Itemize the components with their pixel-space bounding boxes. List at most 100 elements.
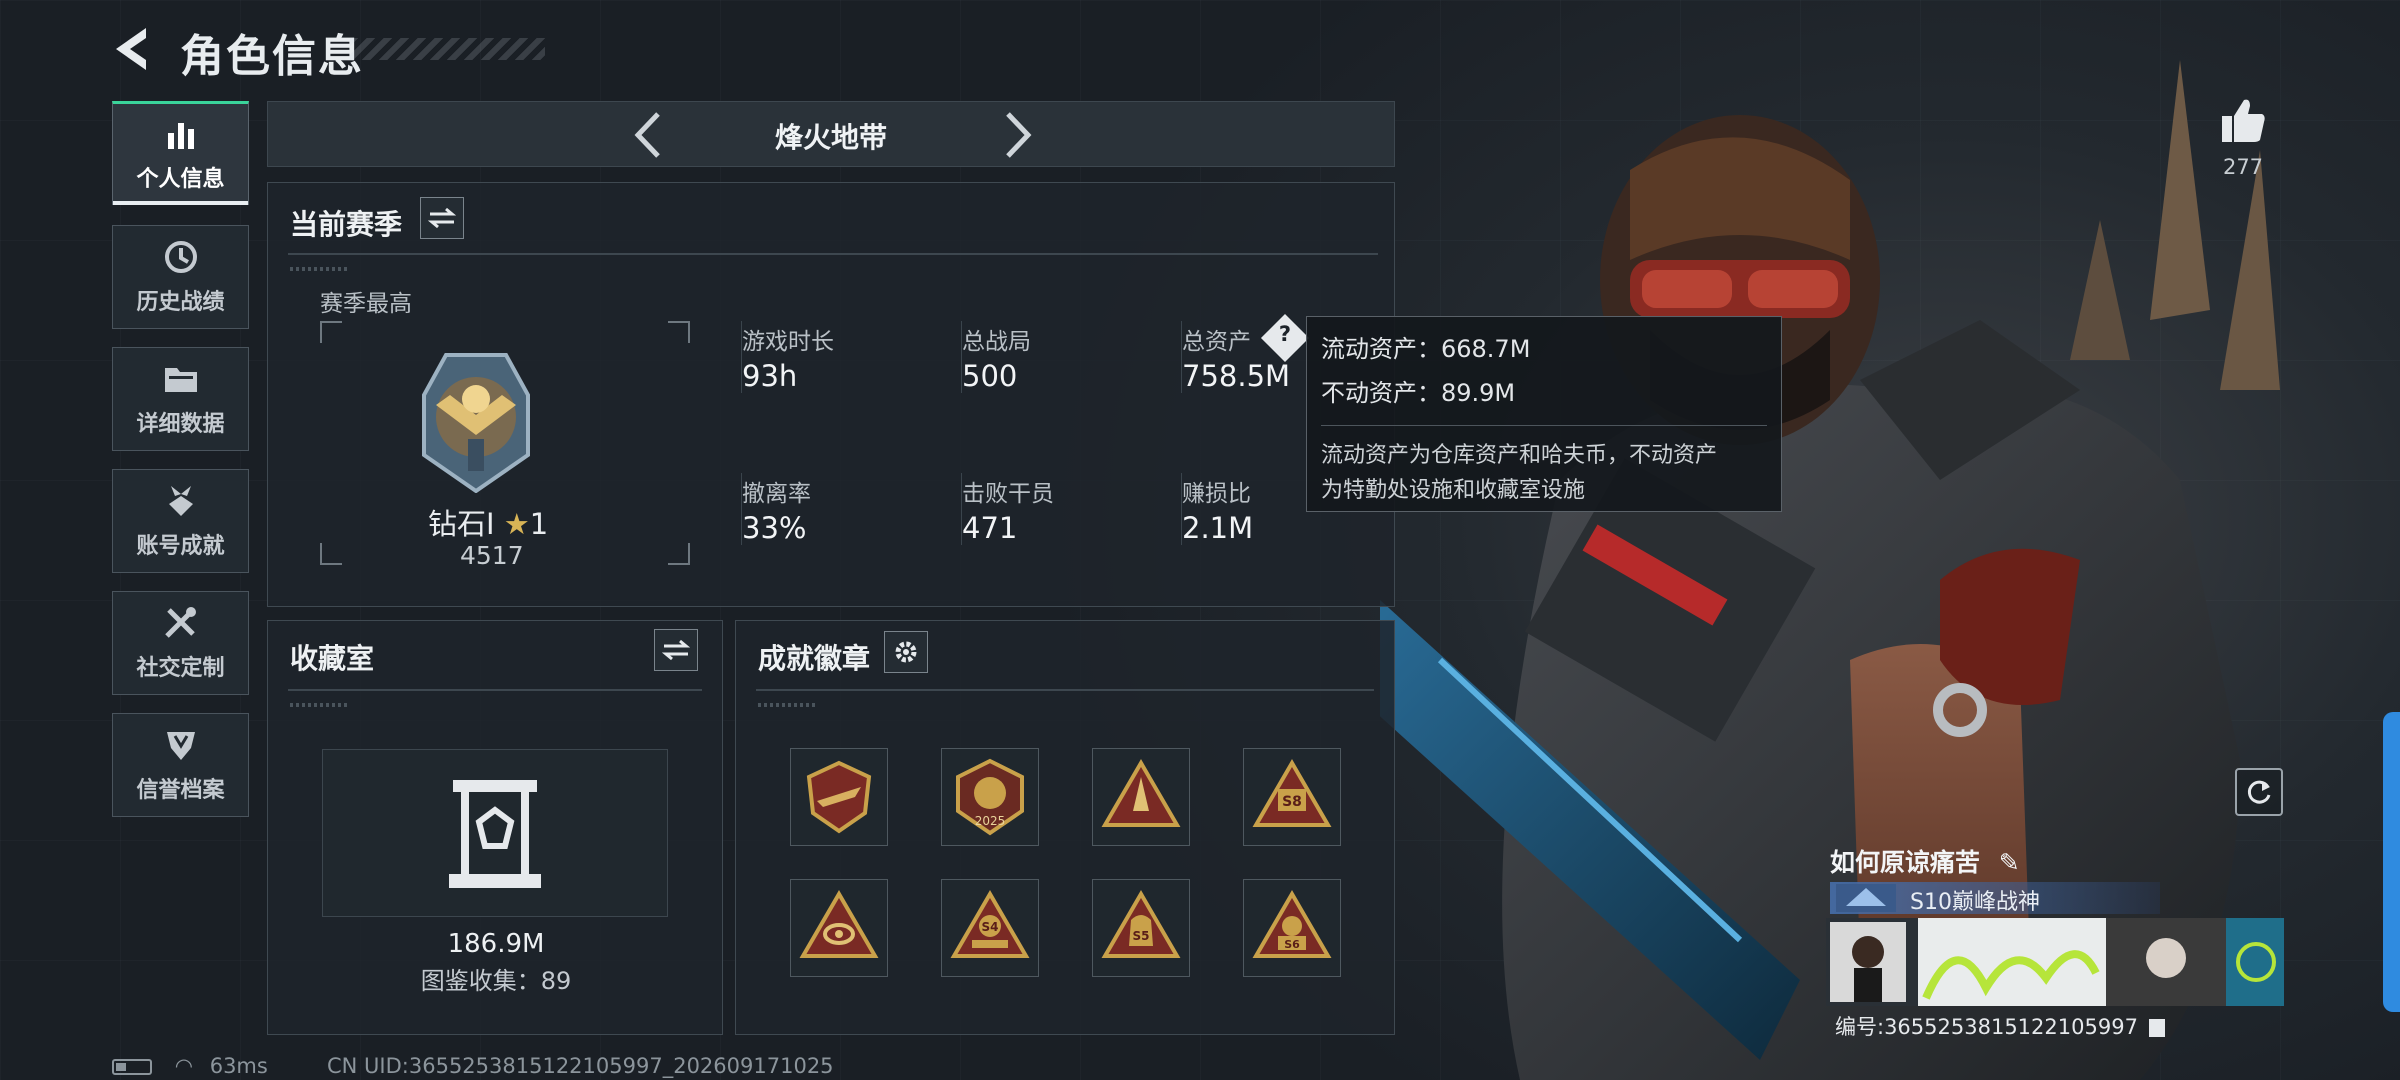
wifi-icon: ◠ (174, 1054, 194, 1078)
badge-slot[interactable]: S5 (1092, 879, 1190, 977)
badge-slot[interactable] (790, 879, 888, 977)
badge-slot[interactable]: S8 (1243, 748, 1341, 846)
badge-text: 2025 (975, 814, 1006, 828)
nav-personal-info[interactable]: 个人信息 (112, 101, 249, 205)
likes-count: 277 (2222, 155, 2264, 179)
nav-label: 详细数据 (136, 412, 225, 437)
side-drawer-tab[interactable] (2383, 712, 2400, 1012)
rank-star-count: 1 (529, 507, 549, 541)
medal-icon (168, 486, 193, 516)
ping-value: 63ms (209, 1054, 268, 1078)
stat-kills-value: 471 (962, 511, 1018, 545)
profile-card-banner[interactable] (1826, 918, 2284, 1006)
swap-icon (662, 639, 690, 661)
refresh-icon (2247, 780, 2271, 804)
history-clock-icon (164, 241, 197, 273)
badge-s6-icon: S6 (1252, 890, 1332, 958)
rank-emblem-icon (422, 353, 530, 493)
badge-slot[interactable] (1092, 748, 1190, 846)
refresh-button[interactable] (2235, 768, 2283, 816)
tooltip-desc-1: 流动资产为仓库资产和哈夫币，不动资产 (1321, 443, 1718, 468)
stat-playtime-value: 93h (742, 359, 798, 393)
stat-playtime-label: 游戏时长 (742, 329, 834, 355)
rank-score: 4517 (460, 541, 524, 570)
rank-name: 钻石Ⅰ (428, 507, 495, 541)
copy-icon[interactable] (2148, 1019, 2165, 1037)
vault-icon (449, 780, 541, 888)
rank-title-bar: S10巅峰战神 (1830, 882, 2160, 915)
stat-extract-value: 33% (742, 511, 807, 545)
badge-text: S4 (982, 920, 999, 934)
status-bar: ◠ 63ms (112, 1054, 268, 1078)
page-title: 角色信息 (180, 31, 364, 82)
player-name: 如何原谅痛苦 (1830, 848, 1981, 877)
edit-pencil-icon[interactable]: ✎ (1999, 848, 2020, 877)
settings-button[interactable] (884, 631, 928, 673)
nav-match-history[interactable]: 历史战绩 (112, 225, 249, 329)
collection-preview[interactable] (322, 749, 668, 917)
nav-label: 历史战绩 (136, 290, 225, 315)
swap-button[interactable] (654, 629, 698, 671)
mode-selector: 烽火地带 (267, 101, 1395, 167)
stat-matches-value: 500 (962, 359, 1018, 393)
folder-icon (164, 368, 197, 392)
stat-profit-label: 赚损比 (1182, 481, 1251, 507)
collection-panel: 收藏室 186.9M 图鉴收集：89 (267, 620, 723, 1035)
badge-slot[interactable]: 2025 (941, 748, 1039, 846)
badge-eye-icon (799, 890, 879, 958)
season-panel: 当前赛季 赛季最高 钻石Ⅰ ★1 4517 游戏时长 93h 总战局 500 总… (267, 182, 1395, 607)
stat-kills-label: 击败干员 (962, 481, 1054, 507)
badge-s4-icon: S4 (950, 890, 1030, 958)
rank-title-text: S10巅峰战神 (1910, 890, 2040, 915)
tooltip-desc-2: 为特勤处设施和收藏室设施 (1321, 478, 1586, 503)
collection-title: 收藏室 (290, 642, 375, 675)
gear-icon (895, 641, 917, 663)
collection-value: 186.9M (447, 929, 545, 959)
badge-rocket-icon (1101, 759, 1181, 827)
player-id: 编号:3655253815122105997 (1835, 1015, 2138, 1039)
season-best-label: 赛季最高 (320, 291, 412, 317)
collection-catalog: 图鉴收集：89 (420, 967, 572, 995)
stat-matches-label: 总战局 (962, 329, 1031, 355)
badge-plane-icon (806, 760, 872, 834)
battery-icon (112, 1059, 152, 1075)
nav-credit-record[interactable]: 信誉档案 (112, 713, 249, 817)
badge-2025-icon: 2025 (956, 758, 1024, 836)
stat-extract-label: 撤离率 (742, 481, 811, 507)
nav-account-achievements[interactable]: 账号成就 (112, 469, 249, 573)
assets-tooltip: 流动资产：668.7M 不动资产：89.9M 流动资产为仓库资产和哈夫币，不动资… (1306, 316, 1782, 512)
badge-text: S8 (1282, 794, 1302, 810)
rank-title-emblem-icon (1836, 884, 1896, 912)
uid-text: CN UID:3655253815122105997_202609171025 (327, 1054, 834, 1078)
season-title: 当前赛季 (290, 208, 403, 241)
badge-slot[interactable]: S6 (1243, 879, 1341, 977)
rank-line: 钻石Ⅰ ★1 (428, 501, 548, 543)
player-id-row: 编号:3655253815122105997 (1835, 1011, 2165, 1041)
shield-badge-icon (166, 732, 195, 760)
badge-slot[interactable]: S4 (941, 879, 1039, 977)
badge-s5-icon: S5 (1101, 890, 1181, 958)
tooltip-fixed: 不动资产：89.9M (1321, 379, 1516, 407)
nav-detailed-data[interactable]: 详细数据 (112, 347, 249, 451)
title-decoration (350, 38, 545, 60)
achievements-panel: 成就徽章 2025 S8 S4 S5 S6 (735, 620, 1395, 1035)
back-arrow-icon[interactable] (110, 24, 156, 74)
nav-label: 账号成就 (136, 534, 225, 559)
badge-s8-icon: S8 (1252, 759, 1332, 827)
badge-slot[interactable] (790, 748, 888, 846)
chevron-right-icon[interactable] (994, 110, 1038, 160)
help-icon: ? (1278, 322, 1292, 346)
nav-label: 社交定制 (136, 656, 225, 681)
stat-assets-value: 758.5M (1182, 359, 1291, 393)
swap-button[interactable] (420, 197, 464, 239)
mode-title: 烽火地带 (774, 121, 887, 154)
stat-profit-value: 2.1M (1182, 511, 1254, 545)
nav-social-custom[interactable]: 社交定制 (112, 591, 249, 695)
tools-icon (164, 607, 196, 638)
nav-label: 信誉档案 (136, 778, 225, 803)
thumbs-up-icon[interactable] (2220, 96, 2266, 146)
badge-text: S6 (1284, 938, 1300, 951)
achievements-title: 成就徽章 (758, 642, 871, 675)
badge-text: S5 (1133, 929, 1150, 943)
nav-label: 个人信息 (136, 167, 225, 192)
